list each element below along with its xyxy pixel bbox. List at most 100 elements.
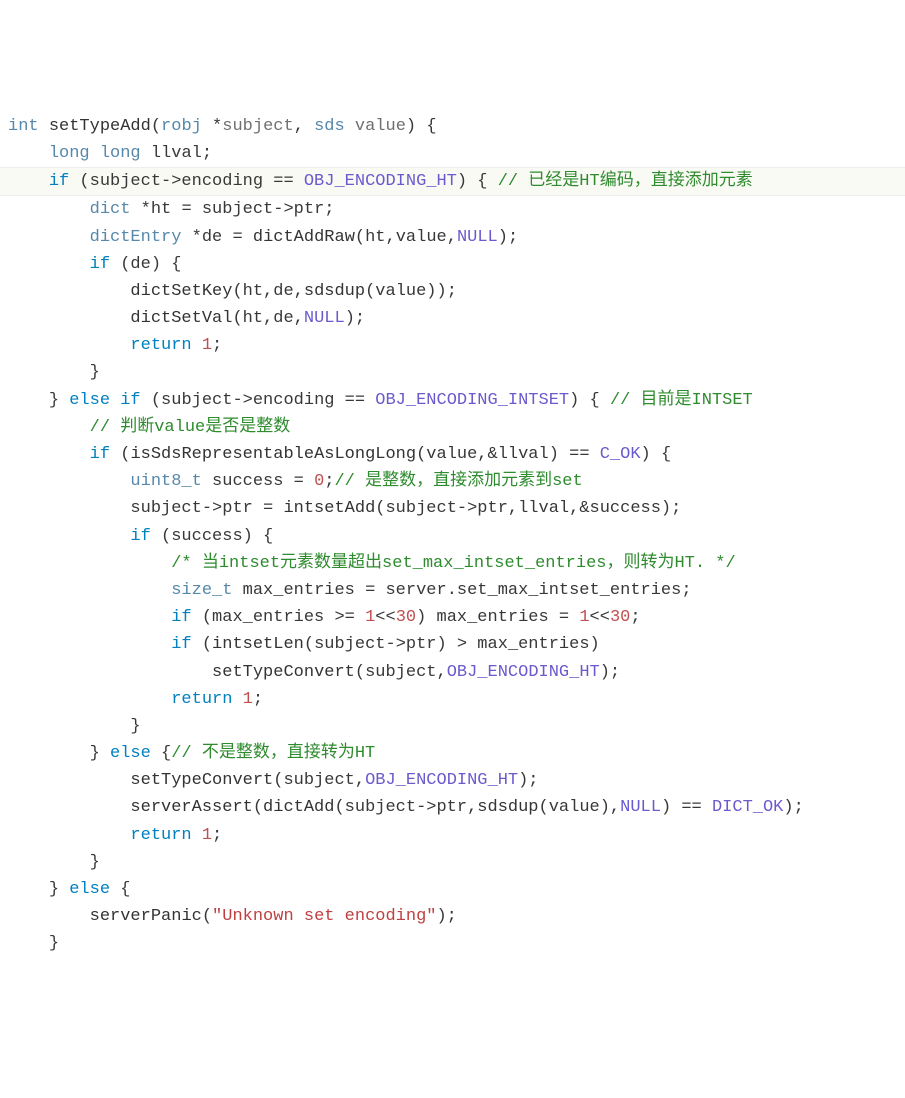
code-line: setTypeConvert(subject,OBJ_ENCODING_HT); (0, 659, 905, 686)
token-func: dictSetVal (130, 309, 232, 328)
token-func: setTypeConvert (212, 663, 355, 682)
code-line: serverPanic("Unknown set encoding"); (0, 903, 905, 930)
token: ) { (457, 172, 498, 191)
token-func: intsetLen (212, 635, 304, 654)
token: (subject->ptr) > max_entries) (304, 635, 600, 654)
token-kw: return (171, 690, 232, 709)
token: (max_entries >= (192, 608, 365, 627)
token: ( (110, 445, 130, 464)
token: ( (253, 798, 263, 817)
token-func: intsetAdd (283, 499, 375, 518)
token: } (130, 717, 140, 736)
token: success = (202, 472, 314, 491)
token: ; (212, 336, 222, 355)
token (39, 117, 49, 136)
token: (subject, (355, 663, 447, 682)
token-kw: return (130, 336, 191, 355)
token-func: setTypeConvert (130, 771, 273, 790)
code-line: if (isSdsRepresentableAsLongLong(value,&… (0, 441, 905, 468)
token-kw: else (110, 744, 151, 763)
code-line: setTypeConvert(subject,OBJ_ENCODING_HT); (0, 767, 905, 794)
code-line: int setTypeAdd(robj *subject, sds value)… (0, 113, 905, 140)
token-comment: // 是整数，直接添加元素到set (334, 472, 582, 491)
token: ); (498, 228, 518, 247)
token: (ht,de, (232, 282, 303, 301)
token: { (151, 744, 171, 763)
token: (success) { (151, 527, 273, 546)
code-line: return 1; (0, 332, 905, 359)
code-line: // 判断value是否是整数 (0, 414, 905, 441)
token: *de = (181, 228, 252, 247)
code-line: return 1; (0, 822, 905, 849)
code-line: uint8_t success = 0;// 是整数，直接添加元素到set (0, 468, 905, 495)
code-line: size_t max_entries = server.set_max_ints… (0, 577, 905, 604)
token: } (49, 934, 59, 953)
token-num: 30 (610, 608, 630, 627)
code-line: dictSetKey(ht,de,sdsdup(value)); (0, 278, 905, 305)
code-line: if (subject->encoding == OBJ_ENCODING_HT… (0, 167, 905, 196)
code-line: dictSetVal(ht,de,NULL); (0, 305, 905, 332)
token-const: OBJ_ENCODING_HT (304, 172, 457, 191)
token: ( (192, 635, 212, 654)
token: ) max_entries = (416, 608, 579, 627)
token-comment: /* 当intset元素数量超出set_max_intset_entries，则… (171, 554, 735, 573)
token: (subject->encoding == (69, 172, 304, 191)
token-type: robj (161, 117, 202, 136)
code-line: long long llval; (0, 140, 905, 167)
token-kw: if (90, 255, 110, 274)
token-func: sdsdup (304, 282, 365, 301)
token: ); (345, 309, 365, 328)
code-line: return 1; (0, 686, 905, 713)
token: { (110, 880, 130, 899)
token-comment: // 目前是INTSET (610, 391, 753, 410)
token (110, 391, 120, 410)
code-line: } else { (0, 876, 905, 903)
token-type: dictEntry (90, 228, 182, 247)
token-func: dictAddRaw (253, 228, 355, 247)
token: * (202, 117, 222, 136)
token: ) == (661, 798, 712, 817)
token-type: dict (90, 200, 131, 219)
token-type: sds (314, 117, 345, 136)
token-kw: if (90, 445, 110, 464)
token-const: NULL (620, 798, 661, 817)
token: (value)); (365, 282, 457, 301)
token: ) { (641, 445, 672, 464)
token (90, 144, 100, 163)
token: ) { (406, 117, 437, 136)
code-line: } (0, 359, 905, 386)
token-func: dictAdd (263, 798, 334, 817)
code-line: dictEntry *de = dictAddRaw(ht,value,NULL… (0, 224, 905, 251)
code-line: subject->ptr = intsetAdd(subject->ptr,ll… (0, 495, 905, 522)
token: ); (600, 663, 620, 682)
token: subject->ptr = (130, 499, 283, 518)
code-line: serverAssert(dictAdd(subject->ptr,sdsdup… (0, 794, 905, 821)
code-line: /* 当intset元素数量超出set_max_intset_entries，则… (0, 550, 905, 577)
token: (ht,de, (232, 309, 303, 328)
token: << (375, 608, 395, 627)
token-type: long (49, 144, 90, 163)
token-num: 1 (243, 690, 253, 709)
token: ) { (569, 391, 610, 410)
token-const: NULL (457, 228, 498, 247)
token-func: dictSetKey (130, 282, 232, 301)
token-kw: if (171, 635, 191, 654)
token-const: OBJ_ENCODING_INTSET (375, 391, 569, 410)
token-comment: // 判断value是否是整数 (90, 418, 291, 437)
token-func: serverAssert (130, 798, 252, 817)
token: (value,&llval) == (416, 445, 600, 464)
token: ; (324, 472, 334, 491)
token-type: long (100, 144, 141, 163)
code-block: int setTypeAdd(robj *subject, sds value)… (0, 109, 905, 962)
token: ; (253, 690, 263, 709)
token-const: C_OK (600, 445, 641, 464)
token (192, 336, 202, 355)
code-line: dict *ht = subject->ptr; (0, 196, 905, 223)
token: llval; (141, 144, 212, 163)
token-param: value (355, 117, 406, 136)
token: (de) { (110, 255, 181, 274)
token (232, 690, 242, 709)
token: (subject->ptr, (334, 798, 477, 817)
token: ); (518, 771, 538, 790)
token-const: OBJ_ENCODING_HT (365, 771, 518, 790)
